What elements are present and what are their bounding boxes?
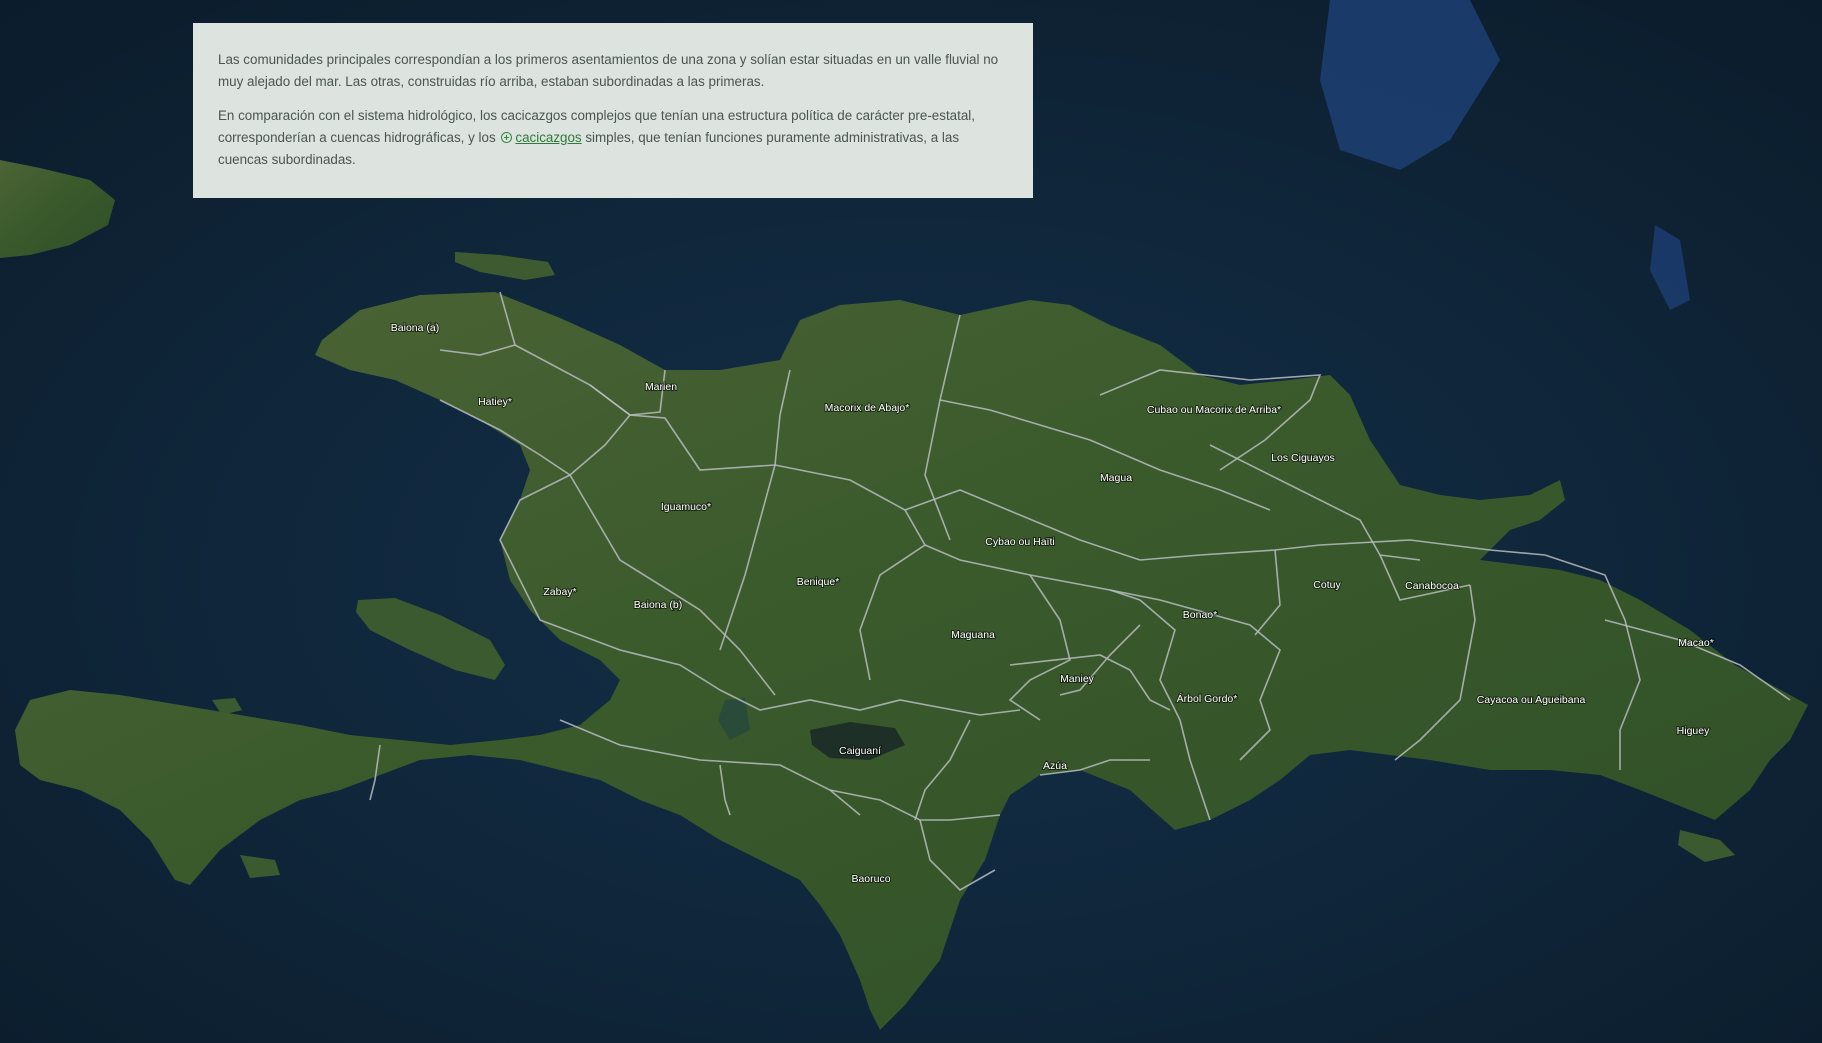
region-label[interactable]: Bonao*: [1182, 608, 1218, 622]
region-label[interactable]: Maniey: [1059, 672, 1096, 686]
region-label[interactable]: Higuey: [1676, 724, 1711, 738]
region-label[interactable]: Benique*: [796, 575, 841, 589]
region-label[interactable]: Maguana: [950, 628, 996, 642]
region-label[interactable]: Cybao ou Haïti: [984, 535, 1055, 549]
plus-circle-icon[interactable]: [501, 132, 513, 143]
region-label[interactable]: Zabay*: [542, 585, 577, 599]
region-label[interactable]: Árbol Gordo*: [1176, 691, 1239, 706]
region-label[interactable]: Caiguaní: [838, 744, 882, 758]
region-label[interactable]: Baoruco: [850, 872, 891, 886]
region-label[interactable]: Macorix de Abajo*: [824, 401, 911, 415]
info-card: Las comunidades principales correspondía…: [193, 23, 1033, 198]
region-label[interactable]: Canabocoa: [1404, 579, 1460, 593]
region-label[interactable]: Hatiey*: [477, 395, 513, 409]
region-label[interactable]: Baiona (b): [633, 598, 683, 612]
info-paragraph-2: En comparación con el sistema hidrológic…: [218, 105, 1007, 171]
region-label[interactable]: Cayacoa ou Agueibana: [1476, 693, 1587, 707]
region-label[interactable]: Macao*: [1677, 636, 1715, 650]
region-label[interactable]: Cotuy: [1312, 578, 1342, 592]
glossary-link-cacicazgos[interactable]: cacicazgos: [515, 130, 581, 145]
region-label[interactable]: Magua: [1099, 471, 1133, 485]
region-label[interactable]: Cubao ou Macorix de Arriba*: [1146, 403, 1282, 417]
region-label[interactable]: Iguamuco*: [660, 500, 712, 514]
region-label[interactable]: Los Ciguayos: [1270, 451, 1336, 465]
info-paragraph-1: Las comunidades principales correspondía…: [218, 52, 999, 89]
region-label[interactable]: Baiona (a): [390, 321, 440, 335]
region-label[interactable]: Azúa: [1042, 759, 1068, 773]
region-label[interactable]: Marien: [644, 380, 678, 394]
